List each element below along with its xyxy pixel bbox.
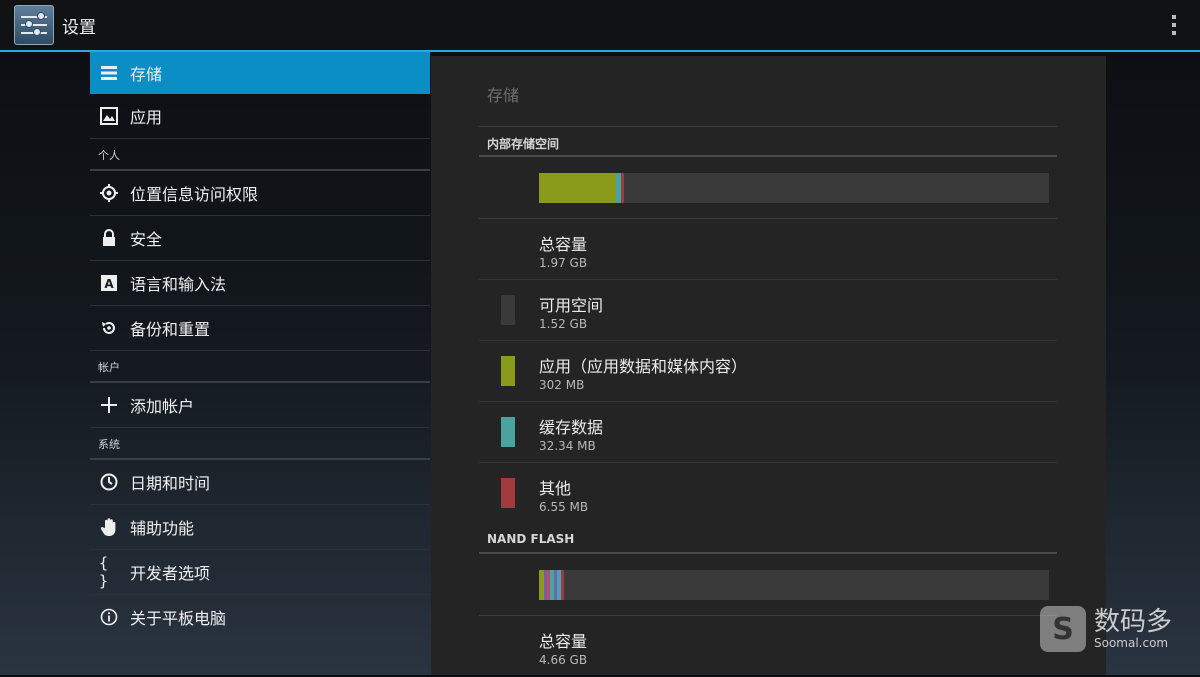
nav-item-label: 添加帐户: [130, 397, 195, 416]
braces-icon: { }: [99, 554, 109, 590]
nav-item-language[interactable]: A 语言和输入法: [90, 261, 430, 306]
panel-title: 存储: [487, 86, 520, 105]
nav-section-header: 帐户: [90, 351, 430, 383]
nav-item-location[interactable]: 位置信息访问权限: [90, 171, 430, 216]
backup-icon: [99, 318, 119, 338]
row-label: 缓存数据: [539, 418, 604, 437]
row-label: 总容量: [539, 235, 588, 254]
row-value: 4.66 GB: [539, 653, 588, 667]
nand-storage-usage-bar: [539, 570, 1049, 600]
watermark: S 数码多 Soomal.com: [1040, 606, 1172, 652]
nav-item-about-tablet[interactable]: 关于平板电脑: [90, 595, 430, 640]
storage-icon: [99, 63, 119, 83]
storage-row-available[interactable]: 可用空间 1.52 GB: [479, 280, 1057, 341]
nav-item-label: 关于平板电脑: [130, 609, 227, 628]
nav-item-developer-options[interactable]: { } 开发者选项: [90, 550, 430, 595]
overflow-menu-icon[interactable]: [1172, 15, 1176, 39]
row-value: 1.52 GB: [539, 317, 588, 331]
nav-section-header: 系统: [90, 428, 430, 460]
section-line: [479, 552, 1057, 554]
storage-row-other[interactable]: 其他 6.55 MB: [479, 463, 1057, 524]
nav-item-label: 语言和输入法: [130, 275, 227, 294]
row-value: 6.55 MB: [539, 500, 589, 514]
nav-section-header: 个人: [90, 139, 430, 171]
nav-item-apps[interactable]: 应用: [90, 94, 430, 139]
watermark-text-en: Soomal.com: [1094, 636, 1169, 650]
row-label: 应用（应用数据和媒体内容）: [539, 357, 748, 376]
nav-item-label: 存储: [130, 65, 163, 84]
bar-segment-other: [621, 173, 624, 203]
bar-segment-apps: [539, 173, 616, 203]
color-swatch: [501, 417, 515, 447]
nav-item-label: 位置信息访问权限: [130, 185, 259, 204]
action-bar: 设置: [0, 0, 1200, 52]
nav-item-add-account[interactable]: 添加帐户: [90, 383, 430, 428]
nav-item-label: 日期和时间: [130, 474, 211, 493]
language-icon: A: [99, 273, 119, 293]
row-value: 1.97 GB: [539, 256, 588, 270]
nav-item-label: 备份和重置: [130, 320, 211, 339]
apps-icon: [99, 106, 119, 126]
row-value: 302 MB: [539, 378, 585, 392]
info-icon: [99, 607, 119, 627]
bar-segment-g: [561, 570, 565, 600]
nand-row-total[interactable]: 总容量 4.66 GB: [479, 616, 1057, 677]
row-label: 可用空间: [539, 296, 604, 315]
hand-icon: [99, 517, 119, 537]
nav-item-label: 开发者选项: [130, 564, 211, 583]
settings-icon[interactable]: [14, 5, 54, 45]
nav-item-security[interactable]: 安全: [90, 216, 430, 261]
nav-item-accessibility[interactable]: 辅助功能: [90, 505, 430, 550]
lock-icon: [99, 228, 119, 248]
clock-icon: [99, 472, 119, 492]
watermark-logo: S: [1040, 606, 1086, 652]
section-header-nand: NAND FLASH: [487, 532, 575, 546]
watermark-text-cn: 数码多: [1094, 607, 1173, 637]
color-swatch: [501, 356, 515, 386]
section-header-internal: 内部存储空间: [487, 137, 560, 151]
nav-item-label: 应用: [130, 108, 163, 127]
section-line: [479, 155, 1057, 157]
nav-item-date-time[interactable]: 日期和时间: [90, 460, 430, 505]
nav-item-backup[interactable]: 备份和重置: [90, 306, 430, 351]
nav-item-storage[interactable]: 存储: [90, 52, 430, 94]
color-swatch: [501, 295, 515, 325]
storage-row-cache[interactable]: 缓存数据 32.34 MB: [479, 402, 1057, 463]
location-icon: [99, 183, 119, 203]
row-value: 32.34 MB: [539, 439, 596, 453]
settings-nav: 存储 应用 个人 位置信息访问权限 安全 A 语言和输入法 备份和重置 帐户 添…: [90, 52, 430, 640]
row-label: 总容量: [539, 632, 588, 651]
storage-panel: 存储 内部存储空间 总容量 1.97 GB 可用空间 1.52 GB 应用（应用…: [431, 56, 1106, 675]
nav-item-label: 辅助功能: [130, 519, 195, 538]
app-title: 设置: [62, 17, 96, 38]
storage-row-apps[interactable]: 应用（应用数据和媒体内容） 302 MB: [479, 341, 1057, 402]
svg-text:A: A: [104, 277, 114, 291]
divider: [479, 126, 1057, 127]
color-swatch: [501, 478, 515, 508]
row-label: 其他: [539, 479, 572, 498]
internal-storage-usage-bar: [539, 173, 1049, 203]
add-icon: [99, 395, 119, 415]
nav-item-label: 安全: [130, 230, 163, 249]
storage-row-total[interactable]: 总容量 1.97 GB: [479, 219, 1057, 280]
